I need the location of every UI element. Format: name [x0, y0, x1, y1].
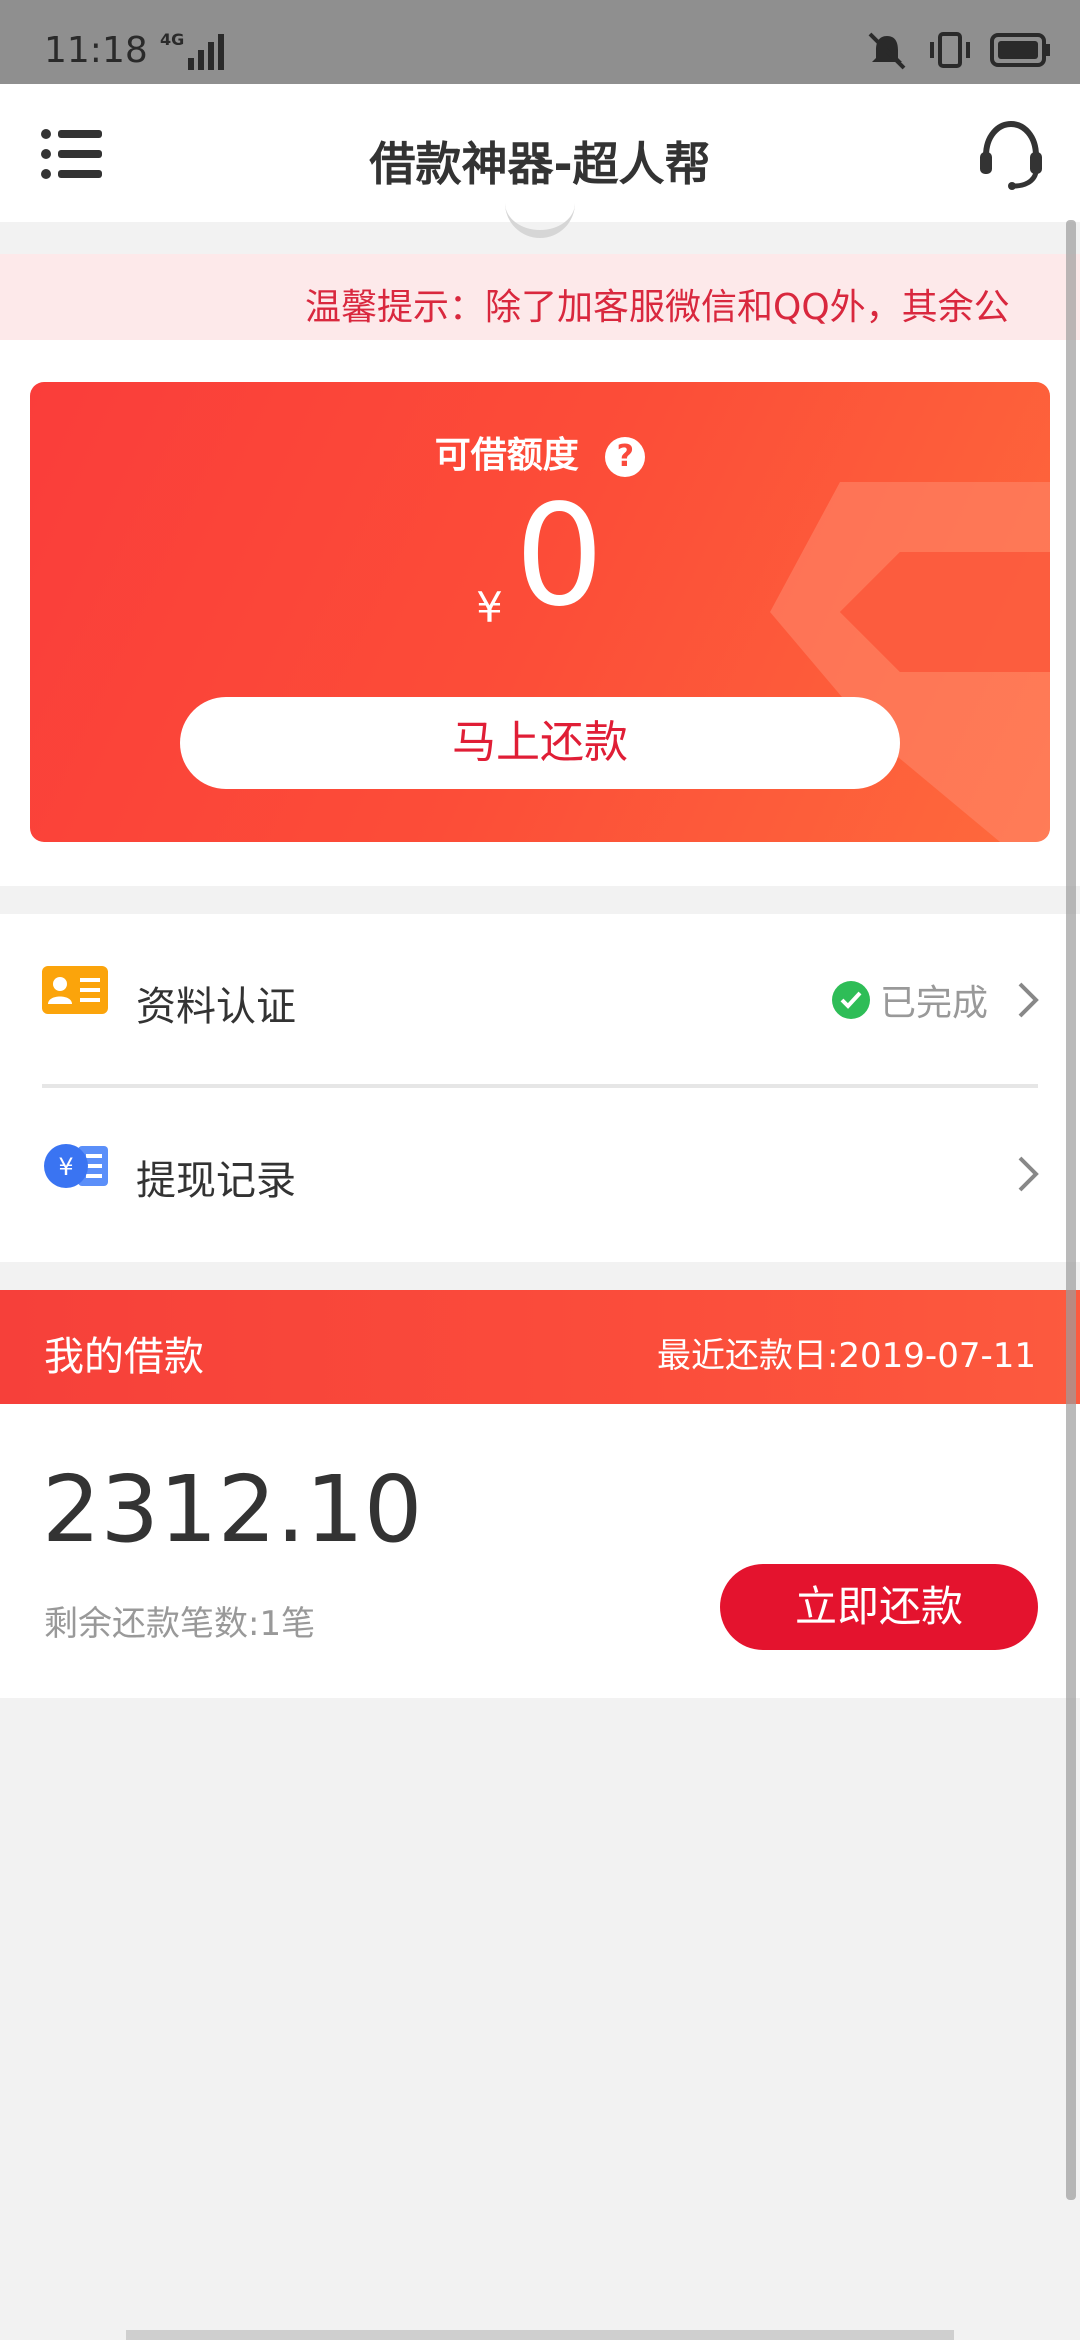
- currency-symbol: ¥: [476, 583, 503, 632]
- list-item-label: 提现记录: [136, 1158, 296, 1204]
- menu-list: 资料认证 已完成 ¥ 提现记录: [0, 914, 1080, 1262]
- credit-label-row: 可借额度 ?: [30, 426, 1050, 478]
- list-item-label: 资料认证: [136, 984, 296, 1030]
- help-icon[interactable]: ?: [605, 437, 646, 477]
- status-text: 已完成: [879, 983, 988, 1024]
- list-item-withdraw-record[interactable]: ¥ 提现记录: [0, 1088, 1080, 1258]
- signal-icon: [188, 34, 224, 70]
- id-card-icon: [42, 966, 108, 1014]
- withdraw-record-icon: ¥: [44, 1144, 108, 1188]
- loan-amount: 2312.10: [42, 1456, 423, 1563]
- scrollbar[interactable]: [1066, 220, 1076, 2200]
- credit-amount: 0: [514, 475, 604, 638]
- check-icon: [831, 981, 870, 1019]
- mute-vibrate-icon: [868, 32, 906, 70]
- battery-icon: [990, 33, 1050, 67]
- notice-text: 温馨提示：除了加客服微信和QQ外，其余公: [305, 287, 1010, 328]
- network-type: 4G: [160, 30, 185, 49]
- list-item-verification[interactable]: 资料认证 已完成: [0, 914, 1080, 1088]
- credit-label: 可借额度: [434, 435, 579, 476]
- my-loan-card: 2312.10 剩余还款笔数:1笔 立即还款: [0, 1404, 1080, 1698]
- repay-now-button[interactable]: 立即还款: [720, 1564, 1038, 1650]
- remaining-repayments: 剩余还款笔数:1笔: [44, 1604, 316, 1644]
- recent-repay-date: 最近还款日:2019-07-11: [656, 1336, 1036, 1376]
- chevron-right-icon: [1018, 982, 1039, 1018]
- status-bar: 11:18 4G: [0, 0, 1080, 84]
- credit-amount-row: ¥0: [30, 482, 1050, 633]
- credit-card: 可借额度 ? ¥0 马上还款: [30, 382, 1050, 842]
- avatar: [505, 200, 575, 238]
- notice-bar: 温馨提示：除了加客服微信和QQ外，其余公: [0, 254, 1080, 340]
- navigation-gesture-bar[interactable]: [126, 2330, 954, 2340]
- status-time: 11:18: [44, 30, 148, 71]
- my-loan-header: 我的借款 最近还款日:2019-07-11: [0, 1290, 1080, 1404]
- repay-immediately-button[interactable]: 马上还款: [180, 697, 900, 789]
- chevron-right-icon: [1018, 1156, 1039, 1192]
- my-loan-title: 我的借款: [44, 1334, 204, 1380]
- svg-text:¥: ¥: [58, 1153, 73, 1181]
- status-icons: [864, 30, 1052, 70]
- vibrate-icon: [930, 32, 970, 68]
- page-title: 借款神器-超人帮: [369, 137, 711, 191]
- customer-service-icon[interactable]: [978, 120, 1044, 190]
- status-completed: 已完成: [831, 974, 988, 1026]
